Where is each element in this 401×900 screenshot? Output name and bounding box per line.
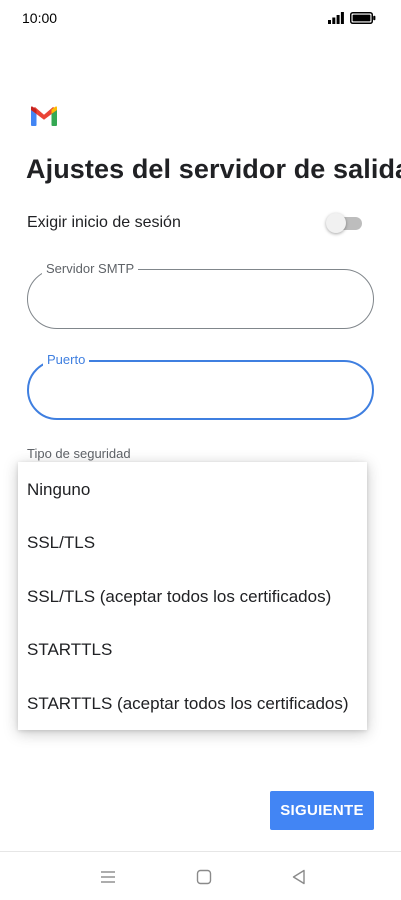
port-field[interactable]: Puerto — [27, 352, 374, 420]
security-option-none[interactable]: Ninguno — [18, 463, 367, 516]
page-title: Ajustes del servidor de salida — [26, 154, 401, 184]
security-option-starttls[interactable]: STARTTLS — [18, 623, 367, 676]
navigation-bar — [0, 851, 401, 900]
smtp-server-label: Servidor SMTP — [42, 261, 139, 277]
smtp-server-field[interactable]: Servidor SMTP — [27, 261, 374, 329]
security-type-label: Tipo de seguridad — [27, 446, 131, 461]
gmail-icon — [31, 106, 57, 126]
security-option-ssl-tls-accept-all[interactable]: SSL/TLS (aceptar todos los certificados) — [18, 570, 367, 623]
port-label: Puerto — [43, 352, 90, 368]
menu-icon[interactable] — [97, 866, 119, 888]
home-icon[interactable] — [193, 866, 215, 888]
port-input[interactable] — [47, 380, 347, 402]
login-required-label: Exigir inicio de sesión — [27, 214, 181, 231]
next-button[interactable]: SIGUIENTE — [270, 791, 374, 830]
security-type-dropdown: Ninguno SSL/TLS SSL/TLS (aceptar todos l… — [18, 462, 367, 730]
status-time: 10:00 — [22, 10, 58, 26]
status-bar: 10:00 — [0, 0, 401, 36]
back-icon[interactable] — [288, 866, 310, 888]
security-option-starttls-accept-all[interactable]: STARTTLS (aceptar todos los certificados… — [18, 677, 367, 730]
toggle-thumb — [326, 213, 346, 233]
smtp-server-input[interactable] — [46, 288, 346, 310]
security-option-ssl-tls[interactable]: SSL/TLS — [18, 516, 367, 569]
signal-icon — [328, 12, 344, 24]
battery-icon — [350, 12, 376, 24]
login-required-toggle[interactable] — [326, 211, 364, 235]
